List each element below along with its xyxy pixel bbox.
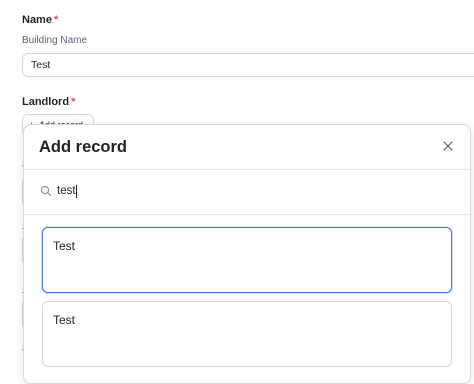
name-input[interactable]: Test [22,53,474,77]
name-field-help: Building Name [22,35,88,46]
required-marker: * [71,96,76,108]
record-option-1[interactable]: Test [42,227,452,293]
search-divider [24,214,470,215]
record-option-label: Test [53,239,76,253]
record-option-label: Test [53,313,76,327]
landlord-field-label: Landlord * [22,96,75,108]
add-record-modal: Add record test Test Test [23,124,471,384]
modal-header-divider [24,169,470,170]
modal-title: Add record [39,138,128,156]
search-bar: test [40,183,77,199]
name-label-text: Name [22,14,52,26]
search-input[interactable]: test [57,185,76,197]
landlord-label-text: Landlord [22,96,70,108]
record-option-2[interactable]: Test [42,301,452,367]
search-icon [40,185,52,197]
text-caret [75,184,77,198]
required-marker: * [53,14,59,26]
name-field-label: Name * [22,14,58,26]
close-icon[interactable] [441,139,455,153]
